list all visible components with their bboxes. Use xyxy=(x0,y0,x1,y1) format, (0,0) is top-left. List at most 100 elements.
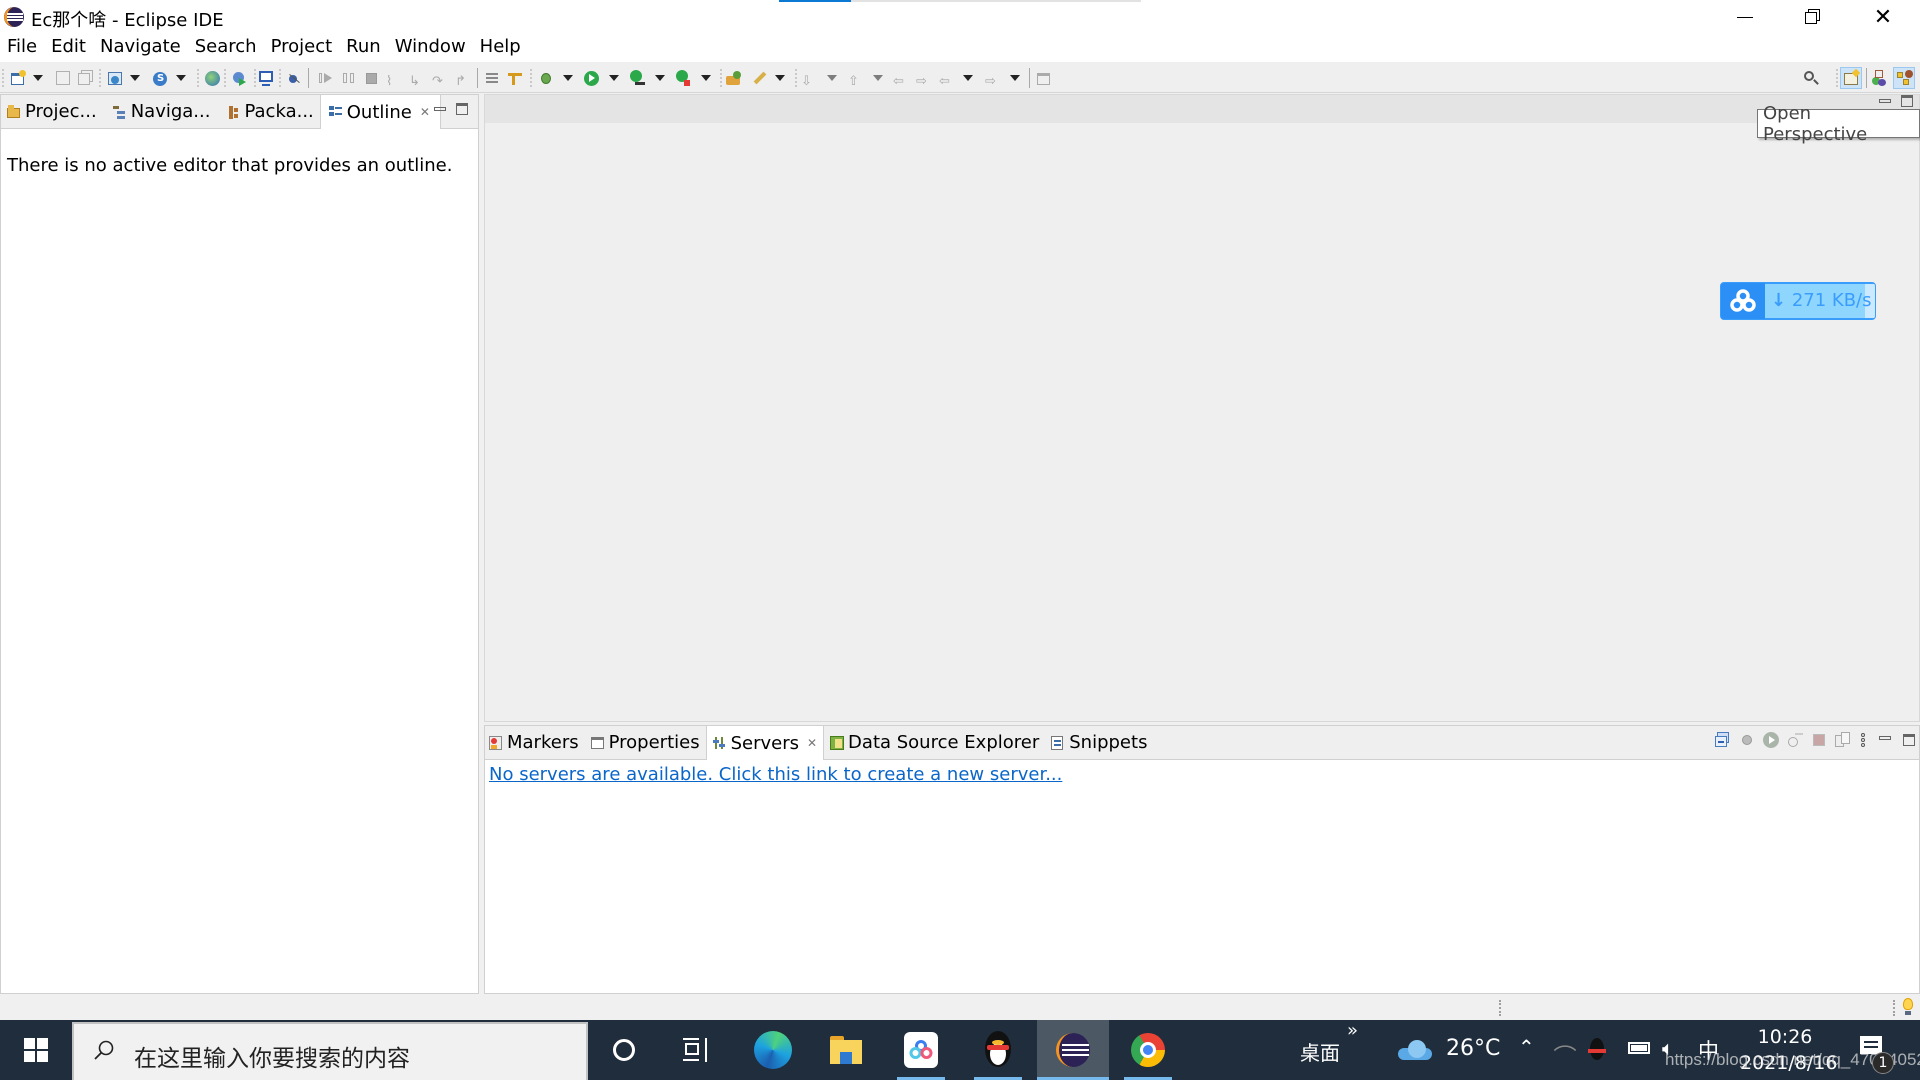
menu-navigate[interactable]: Navigate xyxy=(93,34,188,62)
battery-icon[interactable] xyxy=(1628,1042,1650,1054)
menu-search[interactable]: Search xyxy=(188,34,264,62)
step-over-icon[interactable]: ↷ xyxy=(432,70,448,89)
taskbar-search-box[interactable]: 在这里输入你要搜索的内容 xyxy=(72,1022,588,1080)
forward-icon[interactable]: ⇨ xyxy=(985,70,1001,89)
next-annotation-dropdown[interactable] xyxy=(827,75,837,81)
new-dropdown[interactable] xyxy=(33,75,43,81)
forward-dropdown[interactable] xyxy=(1010,75,1020,81)
coverage-dropdown[interactable] xyxy=(655,75,665,81)
maximize-view-icon[interactable] xyxy=(1903,734,1915,746)
tab-snippets[interactable]: Snippets xyxy=(1045,726,1153,759)
menu-project[interactable]: Project xyxy=(264,34,340,62)
new-web-service-icon[interactable] xyxy=(107,70,123,86)
wifi-icon[interactable] xyxy=(1553,1038,1577,1062)
minimize-view-icon[interactable] xyxy=(1879,736,1891,740)
taskbar-edge[interactable] xyxy=(737,1020,809,1080)
taskbar-qq[interactable] xyxy=(962,1020,1034,1080)
run-on-server-icon[interactable] xyxy=(231,70,247,86)
taskbar-task-view[interactable] xyxy=(660,1020,732,1080)
new-spring-icon[interactable]: S xyxy=(152,70,168,86)
save-icon[interactable] xyxy=(55,70,71,86)
status-grip[interactable] xyxy=(1499,1000,1501,1016)
next-edit-icon[interactable]: ⇨ xyxy=(916,70,932,89)
status-grip[interactable] xyxy=(1893,1000,1895,1016)
minimize-button[interactable] xyxy=(1710,0,1780,34)
new-spring-dropdown[interactable] xyxy=(176,75,186,81)
taskbar-chrome[interactable] xyxy=(1112,1020,1184,1080)
tab-navigator[interactable]: Naviga... xyxy=(103,95,217,128)
tab-data-source-explorer[interactable]: Data Source Explorer xyxy=(824,726,1045,759)
suspend-icon[interactable] xyxy=(341,70,357,86)
menu-window[interactable]: Window xyxy=(388,34,473,62)
run-dropdown[interactable] xyxy=(609,75,619,81)
external-tools-dropdown[interactable] xyxy=(701,75,711,81)
start-server-icon[interactable] xyxy=(1763,732,1779,748)
console-icon[interactable] xyxy=(258,70,274,86)
disconnect-icon[interactable]: ⌇ xyxy=(386,70,402,89)
create-server-link[interactable]: No servers are available. Click this lin… xyxy=(489,764,1062,785)
toggle-block-icon[interactable] xyxy=(484,70,500,86)
desktop-toolbar-label[interactable]: 桌面 xyxy=(1300,1037,1340,1066)
skip-breakpoints-icon[interactable] xyxy=(286,70,302,86)
external-tools-icon[interactable] xyxy=(675,70,691,86)
previous-annotation-icon[interactable]: ⇧ xyxy=(848,70,864,89)
taskbar-eclipse[interactable] xyxy=(1037,1020,1109,1080)
step-return-icon[interactable]: ↱ xyxy=(455,70,471,89)
restore-button[interactable] xyxy=(1778,0,1848,34)
stop-server-icon[interactable] xyxy=(1811,732,1827,748)
save-all-icon[interactable] xyxy=(78,70,94,86)
last-edit-icon[interactable]: ⇦ xyxy=(893,70,909,89)
weather-cloud-icon[interactable] xyxy=(1398,1040,1432,1060)
open-task-icon[interactable] xyxy=(751,70,767,86)
tab-project-explorer[interactable]: Projec... xyxy=(1,95,103,128)
tab-properties[interactable]: Properties xyxy=(585,726,706,759)
qq-tray-icon[interactable] xyxy=(1588,1038,1606,1060)
start-button[interactable] xyxy=(0,1020,72,1080)
tab-servers[interactable]: Servers ✕ xyxy=(705,726,825,760)
view-menu-icon[interactable] xyxy=(1859,732,1867,748)
close-tab-icon[interactable]: ✕ xyxy=(420,105,430,119)
search-icon[interactable] xyxy=(1803,70,1819,86)
pin-editor-icon[interactable] xyxy=(1036,70,1052,86)
java-ee-perspective-icon[interactable] xyxy=(1872,70,1888,86)
run-icon[interactable] xyxy=(583,70,599,86)
previous-annotation-dropdown[interactable] xyxy=(873,75,883,81)
java-perspective-button[interactable] xyxy=(1893,67,1915,89)
terminate-icon[interactable] xyxy=(364,70,380,86)
close-tab-icon[interactable]: ✕ xyxy=(807,736,817,750)
collapse-all-icon[interactable] xyxy=(1715,732,1731,748)
search-dropdown[interactable] xyxy=(775,75,785,81)
back-dropdown[interactable] xyxy=(963,75,973,81)
new-icon[interactable] xyxy=(10,70,26,86)
toolbar-expand-chevron[interactable]: » xyxy=(1347,1020,1358,1041)
step-into-icon[interactable]: ↳ xyxy=(409,70,425,89)
close-button[interactable]: ✕ xyxy=(1848,0,1918,34)
minimize-view-icon[interactable] xyxy=(434,107,446,111)
next-annotation-icon[interactable]: ⇩ xyxy=(801,70,817,89)
new-web-service-dropdown[interactable] xyxy=(130,75,140,81)
menu-run[interactable]: Run xyxy=(339,34,388,62)
coverage-icon[interactable] xyxy=(629,70,645,86)
debug-icon[interactable] xyxy=(538,70,554,86)
taskbar-cortana[interactable] xyxy=(588,1020,660,1080)
tab-markers[interactable]: Markers xyxy=(485,726,585,759)
debug-dropdown[interactable] xyxy=(563,75,573,81)
tip-of-the-day-icon[interactable] xyxy=(1903,998,1913,1015)
open-type-icon[interactable] xyxy=(726,70,742,86)
menu-help[interactable]: Help xyxy=(473,34,528,62)
weather-temperature[interactable]: 26°C xyxy=(1446,1036,1500,1061)
profile-server-icon[interactable] xyxy=(1787,732,1803,748)
mark-occurrences-icon[interactable] xyxy=(507,70,523,86)
menu-edit[interactable]: Edit xyxy=(44,34,93,62)
web-browser-icon[interactable] xyxy=(204,70,220,86)
open-perspective-button[interactable] xyxy=(1840,67,1862,89)
taskbar-baidu-netdisk[interactable] xyxy=(885,1020,957,1080)
menu-file[interactable]: File xyxy=(0,34,44,62)
tab-package-explorer[interactable]: Packa... xyxy=(216,95,319,128)
publish-icon[interactable] xyxy=(1835,732,1851,748)
taskbar-file-explorer[interactable] xyxy=(810,1020,882,1080)
resume-icon[interactable] xyxy=(318,70,334,86)
back-icon[interactable]: ⇦ xyxy=(939,70,955,89)
show-hidden-icons-icon[interactable]: ⌃ xyxy=(1518,1035,1535,1059)
debug-server-icon[interactable] xyxy=(1739,732,1755,748)
